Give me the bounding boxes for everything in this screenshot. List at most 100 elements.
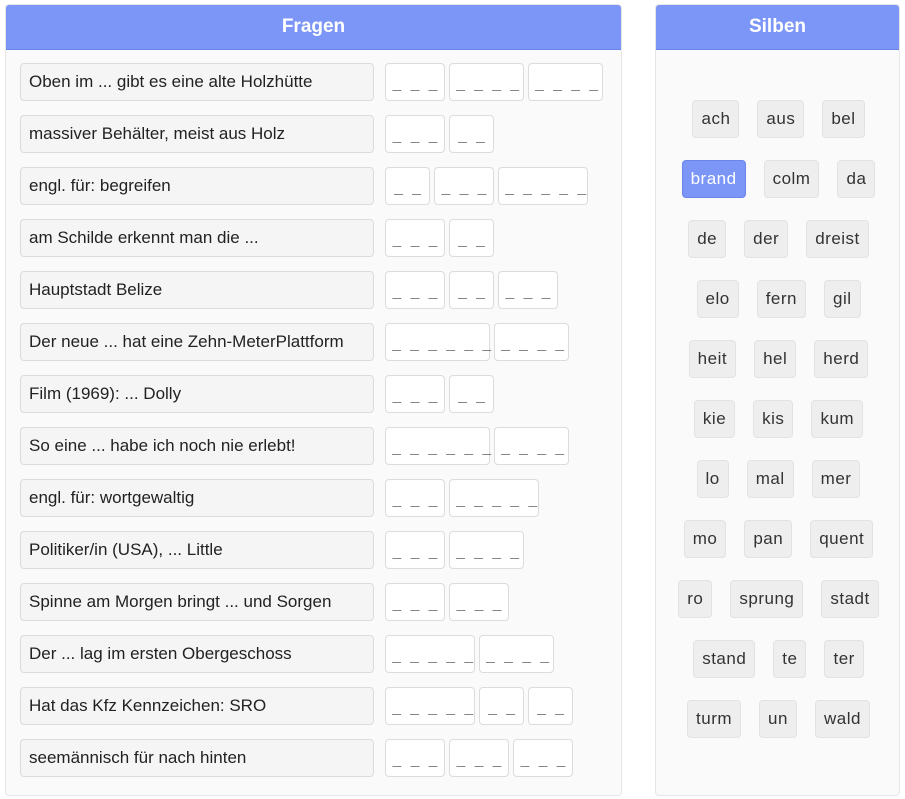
answer-slot[interactable]: _ _ _ bbox=[385, 219, 445, 257]
question-text: am Schilde erkennt man die ... bbox=[20, 219, 374, 257]
syllable-chip-un[interactable]: un bbox=[759, 700, 797, 738]
question-text: seemännisch für nach hinten bbox=[20, 739, 374, 777]
answer-slot[interactable]: _ _ _ _ _ bbox=[449, 479, 539, 517]
syllable-chip-ter[interactable]: ter bbox=[824, 640, 864, 678]
answer-slot[interactable]: _ _ _ bbox=[385, 375, 445, 413]
syllable-row: stand te ter bbox=[656, 640, 901, 700]
question-row: Spinne am Morgen bringt ... und Sorgen _ … bbox=[20, 582, 610, 634]
syllable-chip-gil[interactable]: gil bbox=[823, 280, 861, 318]
question-text: Oben im ... gibt es eine alte Holzhütte bbox=[20, 63, 374, 101]
question-row: engl. für: begreifen _ _ _ _ _ _ _ _ _ _ bbox=[20, 166, 610, 218]
syllable-row: mo pan quent bbox=[656, 520, 901, 580]
answer-slot[interactable]: _ _ _ bbox=[385, 739, 445, 777]
questions-header: Fragen bbox=[6, 5, 621, 50]
answer-slot[interactable]: _ _ _ bbox=[498, 271, 558, 309]
syllable-chip-fern[interactable]: fern bbox=[756, 280, 806, 318]
answer-slot[interactable]: _ _ bbox=[479, 687, 524, 725]
syllable-chip-mo[interactable]: mo bbox=[683, 520, 727, 558]
syllable-chip-der[interactable]: der bbox=[744, 220, 789, 258]
syllable-pool: ach aus bel brand colm da de der dreist elo fern gi… bbox=[656, 100, 901, 760]
answer-slot[interactable]: _ _ _ bbox=[385, 531, 445, 569]
answer-slots: _ _ _ _ _ _ _ _ _ _ bbox=[385, 167, 588, 205]
syllable-row: lo mal mer bbox=[656, 460, 901, 520]
syllable-chip-da[interactable]: da bbox=[837, 160, 876, 198]
answer-slot[interactable]: _ _ _ _ bbox=[449, 63, 524, 101]
syllable-chip-elo[interactable]: elo bbox=[696, 280, 739, 318]
answer-slot[interactable]: _ _ _ _ bbox=[449, 531, 524, 569]
answer-slot[interactable]: _ _ _ _ _ bbox=[498, 167, 588, 205]
syllable-chip-sprung[interactable]: sprung bbox=[730, 580, 804, 618]
syllable-row: brand colm da bbox=[656, 160, 901, 220]
answer-slot[interactable]: _ _ _ _ _ bbox=[385, 687, 475, 725]
question-list: Oben im ... gibt es eine alte Holzhütte _… bbox=[20, 62, 610, 790]
answer-slot[interactable]: _ _ _ bbox=[449, 583, 509, 621]
answer-slot[interactable]: _ _ _ _ bbox=[494, 323, 569, 361]
syllable-chip-turm[interactable]: turm bbox=[687, 700, 742, 738]
syllable-chip-quent[interactable]: quent bbox=[810, 520, 874, 558]
questions-panel: Fragen Oben im ... gibt es eine alte Hol… bbox=[5, 4, 622, 796]
answer-slots: _ _ _ _ _ _ _ _ _ bbox=[385, 635, 554, 673]
syllable-chip-te[interactable]: te bbox=[773, 640, 807, 678]
question-text: Spinne am Morgen bringt ... und Sorgen bbox=[20, 583, 374, 621]
answer-slot[interactable]: _ _ bbox=[385, 167, 430, 205]
answer-slots: _ _ _ _ _ bbox=[385, 219, 494, 257]
answer-slot[interactable]: _ _ bbox=[449, 219, 494, 257]
question-text: Hat das Kfz Kennzeichen: SRO bbox=[20, 687, 374, 725]
syllable-chip-stand[interactable]: stand bbox=[693, 640, 756, 678]
answer-slot[interactable]: _ _ _ _ bbox=[479, 635, 554, 673]
answer-slots: _ _ _ _ _ bbox=[385, 375, 494, 413]
question-row: seemännisch für nach hinten _ _ _ _ _ _ _ _… bbox=[20, 738, 610, 790]
answer-slot[interactable]: _ _ _ _ _ bbox=[385, 635, 475, 673]
syllable-chip-mal[interactable]: mal bbox=[746, 460, 794, 498]
syllable-row: ach aus bel bbox=[656, 100, 901, 160]
syllable-chip-wald[interactable]: wald bbox=[814, 700, 870, 738]
syllable-chip-colm[interactable]: colm bbox=[763, 160, 820, 198]
answer-slot[interactable]: _ _ bbox=[449, 375, 494, 413]
answer-slot[interactable]: _ _ _ bbox=[385, 63, 445, 101]
syllable-chip-kie[interactable]: kie bbox=[693, 400, 736, 438]
answer-slot[interactable]: _ _ _ _ bbox=[528, 63, 603, 101]
answer-slots: _ _ _ _ _ _ _ bbox=[385, 531, 524, 569]
syllable-chip-kum[interactable]: kum bbox=[811, 400, 864, 438]
answer-slot[interactable]: _ _ _ bbox=[385, 115, 445, 153]
answer-slot[interactable]: _ _ _ bbox=[449, 739, 509, 777]
syllable-row: elo fern gil bbox=[656, 280, 901, 340]
answer-slot[interactable]: _ _ _ bbox=[434, 167, 494, 205]
syllable-chip-kis[interactable]: kis bbox=[753, 400, 794, 438]
answer-slot[interactable]: _ _ _ bbox=[385, 479, 445, 517]
answer-slots: _ _ _ _ _ _ _ _ _ _ _ bbox=[385, 63, 603, 101]
syllable-row: kie kis kum bbox=[656, 400, 901, 460]
syllables-panel: Silben ach aus bel brand colm da de der dreist el… bbox=[655, 4, 900, 796]
question-row: Der neue ... hat eine Zehn-MeterPlattfor… bbox=[20, 322, 610, 374]
syllable-chip-heit[interactable]: heit bbox=[688, 340, 737, 378]
syllable-chip-ach[interactable]: ach bbox=[692, 100, 740, 138]
syllable-chip-stadt[interactable]: stadt bbox=[821, 580, 879, 618]
question-text: engl. für: begreifen bbox=[20, 167, 374, 205]
answer-slot[interactable]: _ _ _ bbox=[385, 583, 445, 621]
syllable-chip-dreist[interactable]: dreist bbox=[806, 220, 869, 258]
answer-slot[interactable]: _ _ _ bbox=[385, 271, 445, 309]
answer-slot[interactable]: _ _ _ bbox=[513, 739, 573, 777]
syllable-chip-brand[interactable]: brand bbox=[681, 160, 746, 198]
answer-slot[interactable]: _ _ _ _ bbox=[494, 427, 569, 465]
syllable-chip-mer[interactable]: mer bbox=[811, 460, 861, 498]
syllable-chip-ro[interactable]: ro bbox=[678, 580, 713, 618]
answer-slots: _ _ _ _ _ _ _ _ bbox=[385, 271, 558, 309]
answer-slot[interactable]: _ _ _ _ _ _ bbox=[385, 323, 491, 361]
question-row: engl. für: wortgewaltig _ _ _ _ _ _ _ _ bbox=[20, 478, 610, 530]
answer-slots: _ _ _ _ _ _ _ _ _ bbox=[385, 739, 573, 777]
syllable-chip-pan[interactable]: pan bbox=[744, 520, 793, 558]
syllable-chip-bel[interactable]: bel bbox=[822, 100, 865, 138]
answer-slot[interactable]: _ _ _ _ _ _ bbox=[385, 427, 491, 465]
answer-slot[interactable]: _ _ bbox=[528, 687, 573, 725]
question-text: engl. für: wortgewaltig bbox=[20, 479, 374, 517]
answer-slots: _ _ _ _ _ bbox=[385, 115, 494, 153]
syllable-chip-de[interactable]: de bbox=[688, 220, 727, 258]
answer-slot[interactable]: _ _ bbox=[449, 271, 494, 309]
syllable-chip-herd[interactable]: herd bbox=[814, 340, 869, 378]
syllables-header: Silben bbox=[656, 5, 899, 50]
syllable-chip-lo[interactable]: lo bbox=[696, 460, 729, 498]
syllable-chip-hel[interactable]: hel bbox=[754, 340, 797, 378]
answer-slot[interactable]: _ _ bbox=[449, 115, 494, 153]
syllable-chip-aus[interactable]: aus bbox=[757, 100, 805, 138]
